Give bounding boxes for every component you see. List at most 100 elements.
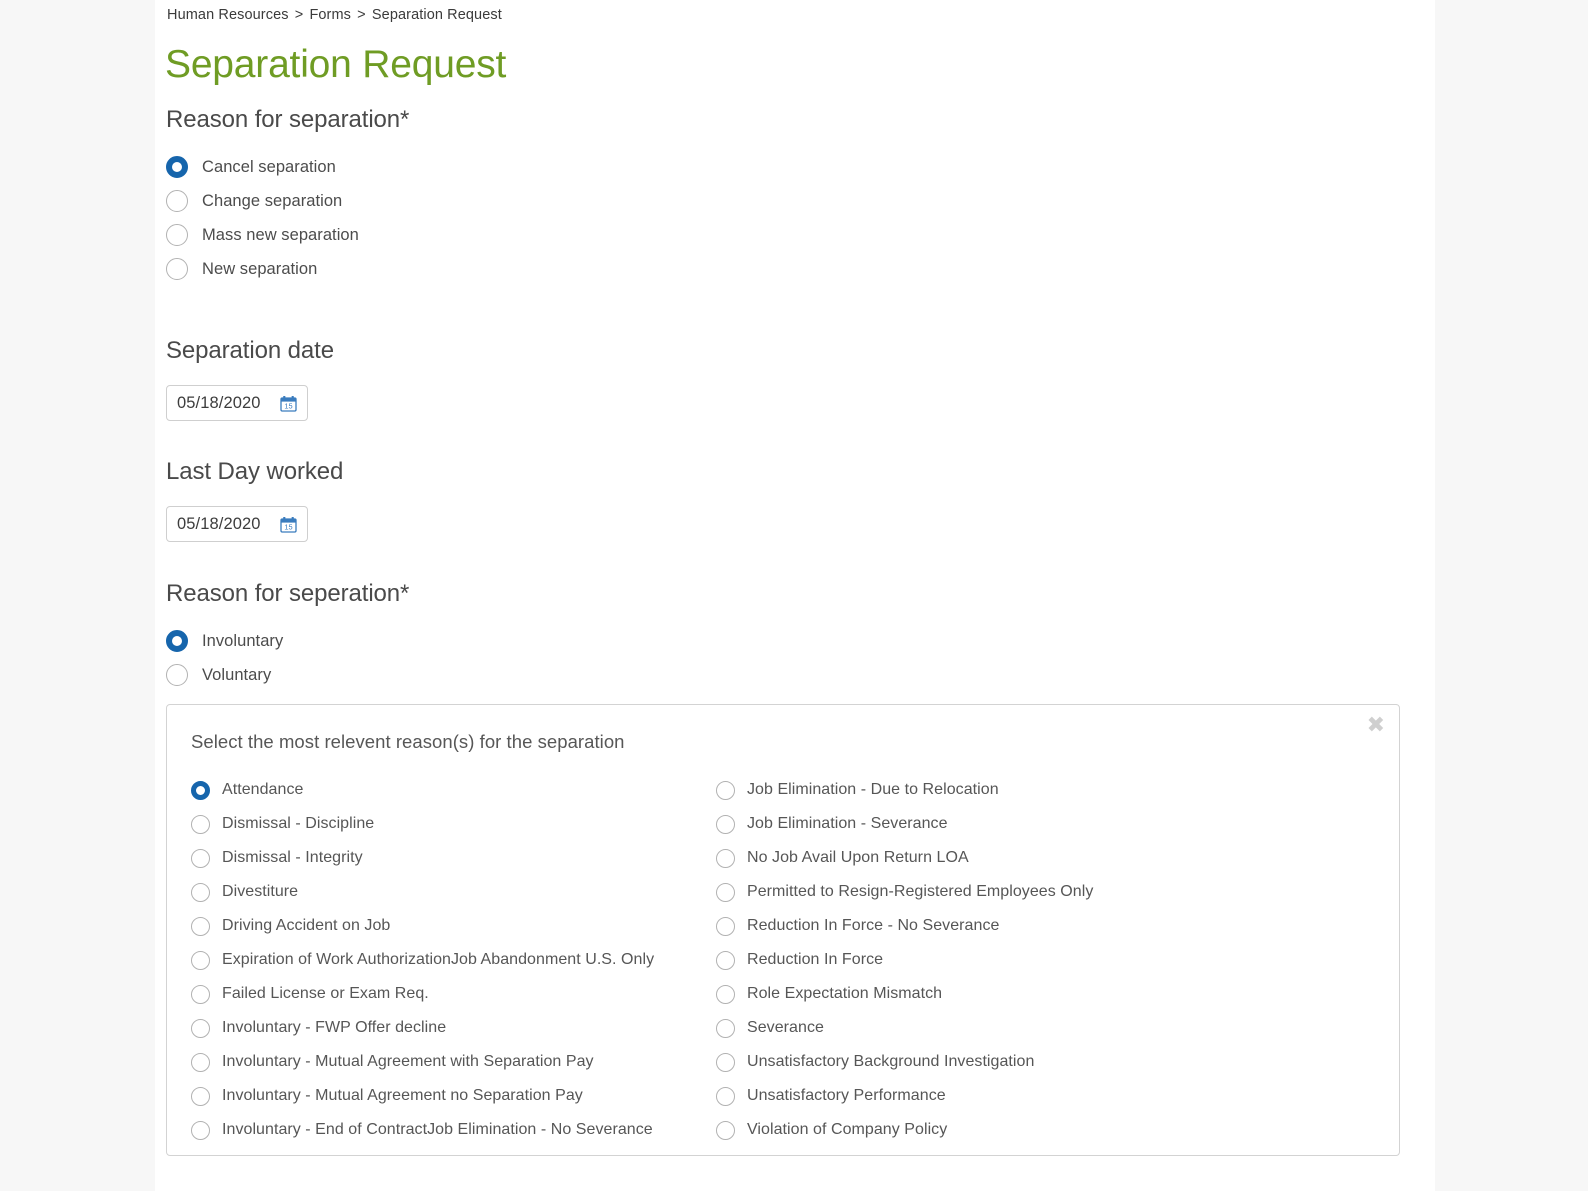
separation-date-field[interactable]: 05/18/2020 15 bbox=[166, 385, 308, 421]
radio-label: Involuntary bbox=[202, 631, 284, 650]
radio-icon[interactable] bbox=[166, 630, 188, 652]
radio-option-mass-new-separation[interactable]: Mass new separation bbox=[166, 218, 359, 252]
close-icon[interactable]: ✖ bbox=[1367, 715, 1385, 737]
radio-icon[interactable] bbox=[166, 664, 188, 686]
radio-option-failed-license-or-exam-req[interactable]: Failed License or Exam Req. bbox=[191, 977, 716, 1011]
radio-option-involuntary-end-of-contractjob-elimination-no-se[interactable]: Involuntary - End of ContractJob Elimina… bbox=[191, 1113, 716, 1147]
radio-option-job-elimination-due-to-relocation[interactable]: Job Elimination - Due to Relocation bbox=[716, 773, 1276, 807]
radio-label: Reduction In Force bbox=[747, 951, 884, 968]
radio-label: New separation bbox=[202, 259, 318, 278]
breadcrumb-separator: > bbox=[294, 7, 304, 23]
calendar-icon[interactable]: 15 bbox=[280, 516, 297, 533]
radio-label: Job Elimination - Severance bbox=[747, 815, 948, 832]
breadcrumb-item-forms[interactable]: Forms bbox=[309, 7, 351, 23]
radio-icon[interactable] bbox=[191, 916, 210, 936]
breadcrumb-item-human-resources[interactable]: Human Resources bbox=[167, 7, 289, 23]
radio-icon[interactable] bbox=[191, 950, 210, 970]
radio-label: Involuntary - End of ContractJob Elimina… bbox=[222, 1121, 653, 1138]
radio-icon[interactable] bbox=[191, 814, 210, 834]
radio-icon[interactable] bbox=[166, 190, 188, 212]
radio-option-unsatisfactory-performance[interactable]: Unsatisfactory Performance bbox=[716, 1079, 1276, 1113]
radio-icon[interactable] bbox=[716, 1086, 735, 1106]
radio-icon[interactable] bbox=[191, 882, 210, 902]
radio-icon[interactable] bbox=[716, 882, 735, 902]
panel-columns: Attendance Dismissal - Discipline Dismissa… bbox=[191, 773, 1385, 1147]
radio-option-voluntary[interactable]: Voluntary bbox=[166, 658, 283, 692]
radio-label: Permitted to Resign-Registered Employees… bbox=[747, 883, 1094, 900]
radio-label: Involuntary - Mutual Agreement with Sepa… bbox=[222, 1053, 594, 1070]
radio-option-involuntary[interactable]: Involuntary bbox=[166, 624, 283, 658]
radio-option-divestiture[interactable]: Divestiture bbox=[191, 875, 716, 909]
breadcrumb-separator: > bbox=[357, 7, 366, 23]
section-heading-reason-for-seperation: Reason for seperation* bbox=[166, 580, 410, 607]
radio-option-violation-of-company-policy[interactable]: Violation of Company Policy bbox=[716, 1113, 1276, 1147]
content-area: Human Resources > Forms > Separation Req… bbox=[155, 0, 1435, 1191]
radio-label: Dismissal - Discipline bbox=[222, 815, 375, 832]
radio-option-expiration-of-work-authorizationjob-abandonment-[interactable]: Expiration of Work AuthorizationJob Aban… bbox=[191, 943, 716, 977]
radio-option-dismissal-discipline[interactable]: Dismissal - Discipline bbox=[191, 807, 716, 841]
radio-option-attendance[interactable]: Attendance bbox=[191, 773, 716, 807]
page-root: Human Resources > Forms > Separation Req… bbox=[0, 0, 1588, 1191]
panel-column-left: Attendance Dismissal - Discipline Dismissa… bbox=[191, 773, 716, 1147]
radio-icon[interactable] bbox=[191, 1120, 210, 1140]
panel-column-right: Job Elimination - Due to Relocation Job E… bbox=[716, 773, 1276, 1147]
radio-option-severance[interactable]: Severance bbox=[716, 1011, 1276, 1045]
radio-icon[interactable] bbox=[716, 814, 735, 834]
page-title: Separation Request bbox=[165, 43, 507, 86]
radio-option-involuntary-mutual-agreement-no-separation-pay[interactable]: Involuntary - Mutual Agreement no Separa… bbox=[191, 1079, 716, 1113]
radio-label: Driving Accident on Job bbox=[222, 917, 391, 934]
radio-icon[interactable] bbox=[716, 984, 735, 1004]
radio-option-job-elimination-severance[interactable]: Job Elimination - Severance bbox=[716, 807, 1276, 841]
section-heading-last-day-worked: Last Day worked bbox=[166, 458, 344, 485]
separation-date-value: 05/18/2020 bbox=[177, 393, 261, 412]
radio-icon[interactable] bbox=[191, 1052, 210, 1072]
radio-icon[interactable] bbox=[191, 1086, 210, 1106]
radio-icon[interactable] bbox=[191, 1018, 210, 1038]
radio-icon[interactable] bbox=[716, 1120, 735, 1140]
radio-icon[interactable] bbox=[166, 258, 188, 280]
radio-label: Dismissal - Integrity bbox=[222, 849, 363, 866]
radio-option-permitted-to-resign-registered-employees-only[interactable]: Permitted to Resign-Registered Employees… bbox=[716, 875, 1276, 909]
radio-icon[interactable] bbox=[191, 848, 210, 868]
radio-option-reduction-in-force-no-severance[interactable]: Reduction In Force - No Severance bbox=[716, 909, 1276, 943]
radio-icon[interactable] bbox=[166, 224, 188, 246]
radio-icon[interactable] bbox=[716, 848, 735, 868]
radio-icon[interactable] bbox=[191, 984, 210, 1004]
radio-option-cancel-separation[interactable]: Cancel separation bbox=[166, 150, 359, 184]
radio-option-new-separation[interactable]: New separation bbox=[166, 252, 359, 286]
radio-option-involuntary-mutual-agreement-with-separation-pay[interactable]: Involuntary - Mutual Agreement with Sepa… bbox=[191, 1045, 716, 1079]
radio-icon[interactable] bbox=[716, 916, 735, 936]
radio-icon[interactable] bbox=[716, 1018, 735, 1038]
reasons-panel: ✖ Select the most relevent reason(s) for… bbox=[166, 704, 1400, 1156]
radio-option-change-separation[interactable]: Change separation bbox=[166, 184, 359, 218]
last-day-worked-field[interactable]: 05/18/2020 15 bbox=[166, 506, 308, 542]
last-day-worked-value: 05/18/2020 bbox=[177, 514, 261, 533]
panel-prompt: Select the most relevent reason(s) for t… bbox=[191, 731, 625, 752]
radio-icon[interactable] bbox=[716, 1052, 735, 1072]
radio-label: Severance bbox=[747, 1019, 824, 1036]
radio-option-reduction-in-force[interactable]: Reduction In Force bbox=[716, 943, 1276, 977]
radio-icon[interactable] bbox=[166, 156, 188, 178]
radio-label: Job Elimination - Due to Relocation bbox=[747, 781, 999, 798]
radio-label: No Job Avail Upon Return LOA bbox=[747, 849, 969, 866]
radio-label: Mass new separation bbox=[202, 225, 359, 244]
radio-option-dismissal-integrity[interactable]: Dismissal - Integrity bbox=[191, 841, 716, 875]
radio-icon[interactable] bbox=[191, 780, 210, 800]
radio-label: Cancel separation bbox=[202, 157, 336, 176]
radio-option-involuntary-fwp-offer-decline[interactable]: Involuntary - FWP Offer decline bbox=[191, 1011, 716, 1045]
calendar-icon[interactable]: 15 bbox=[280, 395, 297, 412]
radio-label: Involuntary - FWP Offer decline bbox=[222, 1019, 447, 1036]
radio-option-unsatisfactory-background-investigation[interactable]: Unsatisfactory Background Investigation bbox=[716, 1045, 1276, 1079]
radio-label: Change separation bbox=[202, 191, 343, 210]
radio-icon[interactable] bbox=[716, 950, 735, 970]
radio-option-role-expectation-mismatch[interactable]: Role Expectation Mismatch bbox=[716, 977, 1276, 1011]
radio-icon[interactable] bbox=[716, 780, 735, 800]
breadcrumb-item-separation-request[interactable]: Separation Request bbox=[372, 7, 502, 23]
radio-option-driving-accident-on-job[interactable]: Driving Accident on Job bbox=[191, 909, 716, 943]
section-heading-separation-date: Separation date bbox=[166, 337, 334, 364]
svg-text:15: 15 bbox=[284, 522, 292, 531]
radio-label: Involuntary - Mutual Agreement no Separa… bbox=[222, 1087, 583, 1104]
radio-option-no-job-avail-upon-return-loa[interactable]: No Job Avail Upon Return LOA bbox=[716, 841, 1276, 875]
radio-label: Reduction In Force - No Severance bbox=[747, 917, 1000, 934]
breadcrumb: Human Resources > Forms > Separation Req… bbox=[167, 7, 502, 23]
